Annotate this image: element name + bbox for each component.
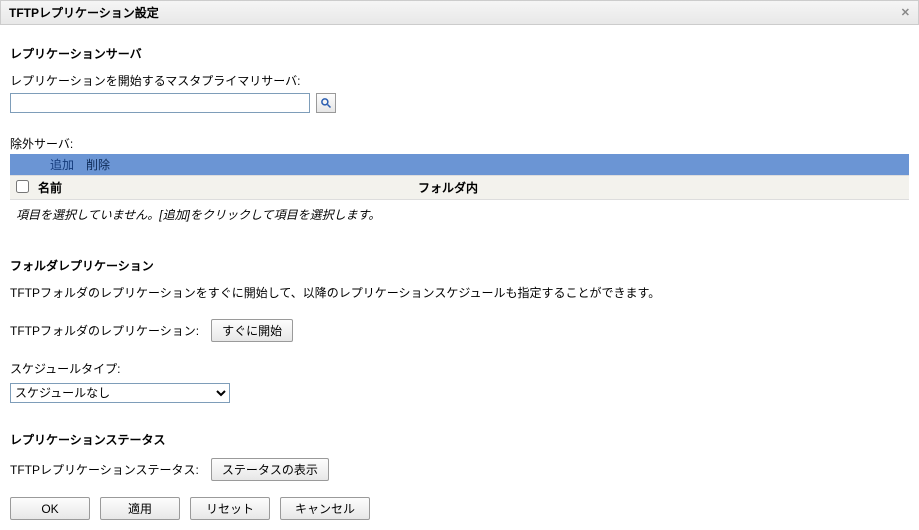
reset-button[interactable]: リセット	[190, 497, 270, 520]
panel-header: TFTPレプリケーション設定 ✕	[0, 0, 919, 25]
exclude-server-label: 除外サーバ:	[10, 135, 909, 152]
grid-empty-message: 項目を選択していません。[追加]をクリックして項目を選択します。	[10, 200, 909, 229]
schedule-type-select[interactable]: スケジュールなし	[10, 383, 230, 403]
cancel-button[interactable]: キャンセル	[280, 497, 370, 520]
lookup-button[interactable]	[316, 93, 336, 113]
column-folder: フォルダ内	[418, 179, 903, 196]
start-now-button[interactable]: すぐに開始	[211, 319, 293, 342]
section-replication-server: レプリケーションサーバ	[10, 45, 909, 62]
master-server-label: レプリケーションを開始するマスタプライマリサーバ:	[10, 72, 909, 89]
show-status-button[interactable]: ステータスの表示	[211, 458, 329, 481]
collapse-icon[interactable]: ✕	[901, 6, 910, 19]
panel-content: レプリケーションサーバ レプリケーションを開始するマスタプライマリサーバ: 除外…	[0, 25, 919, 487]
delete-button[interactable]: 削除	[86, 156, 110, 173]
search-icon	[320, 97, 332, 109]
section-folder-replication: フォルダレプリケーション	[10, 257, 909, 274]
schedule-type-label: スケジュールタイプ:	[10, 360, 909, 377]
column-name: 名前	[38, 179, 418, 196]
ok-button[interactable]: OK	[10, 497, 90, 520]
section-status: レプリケーションステータス	[10, 431, 909, 448]
panel-title: TFTPレプリケーション設定	[9, 4, 159, 21]
status-label: TFTPレプリケーションステータス:	[10, 461, 199, 478]
footer-buttons: OK 適用 リセット キャンセル	[0, 487, 919, 530]
select-all-checkbox[interactable]	[16, 180, 29, 193]
master-server-input[interactable]	[10, 93, 310, 113]
tftp-folder-label: TFTPフォルダのレプリケーション:	[10, 322, 199, 339]
add-button[interactable]: 追加	[50, 156, 74, 173]
grid-header: 名前 フォルダ内	[10, 175, 909, 200]
grid-toolbar: 追加 削除	[10, 154, 909, 175]
folder-replication-description: TFTPフォルダのレプリケーションをすぐに開始して、以降のレプリケーションスケジ…	[10, 284, 909, 301]
apply-button[interactable]: 適用	[100, 497, 180, 520]
